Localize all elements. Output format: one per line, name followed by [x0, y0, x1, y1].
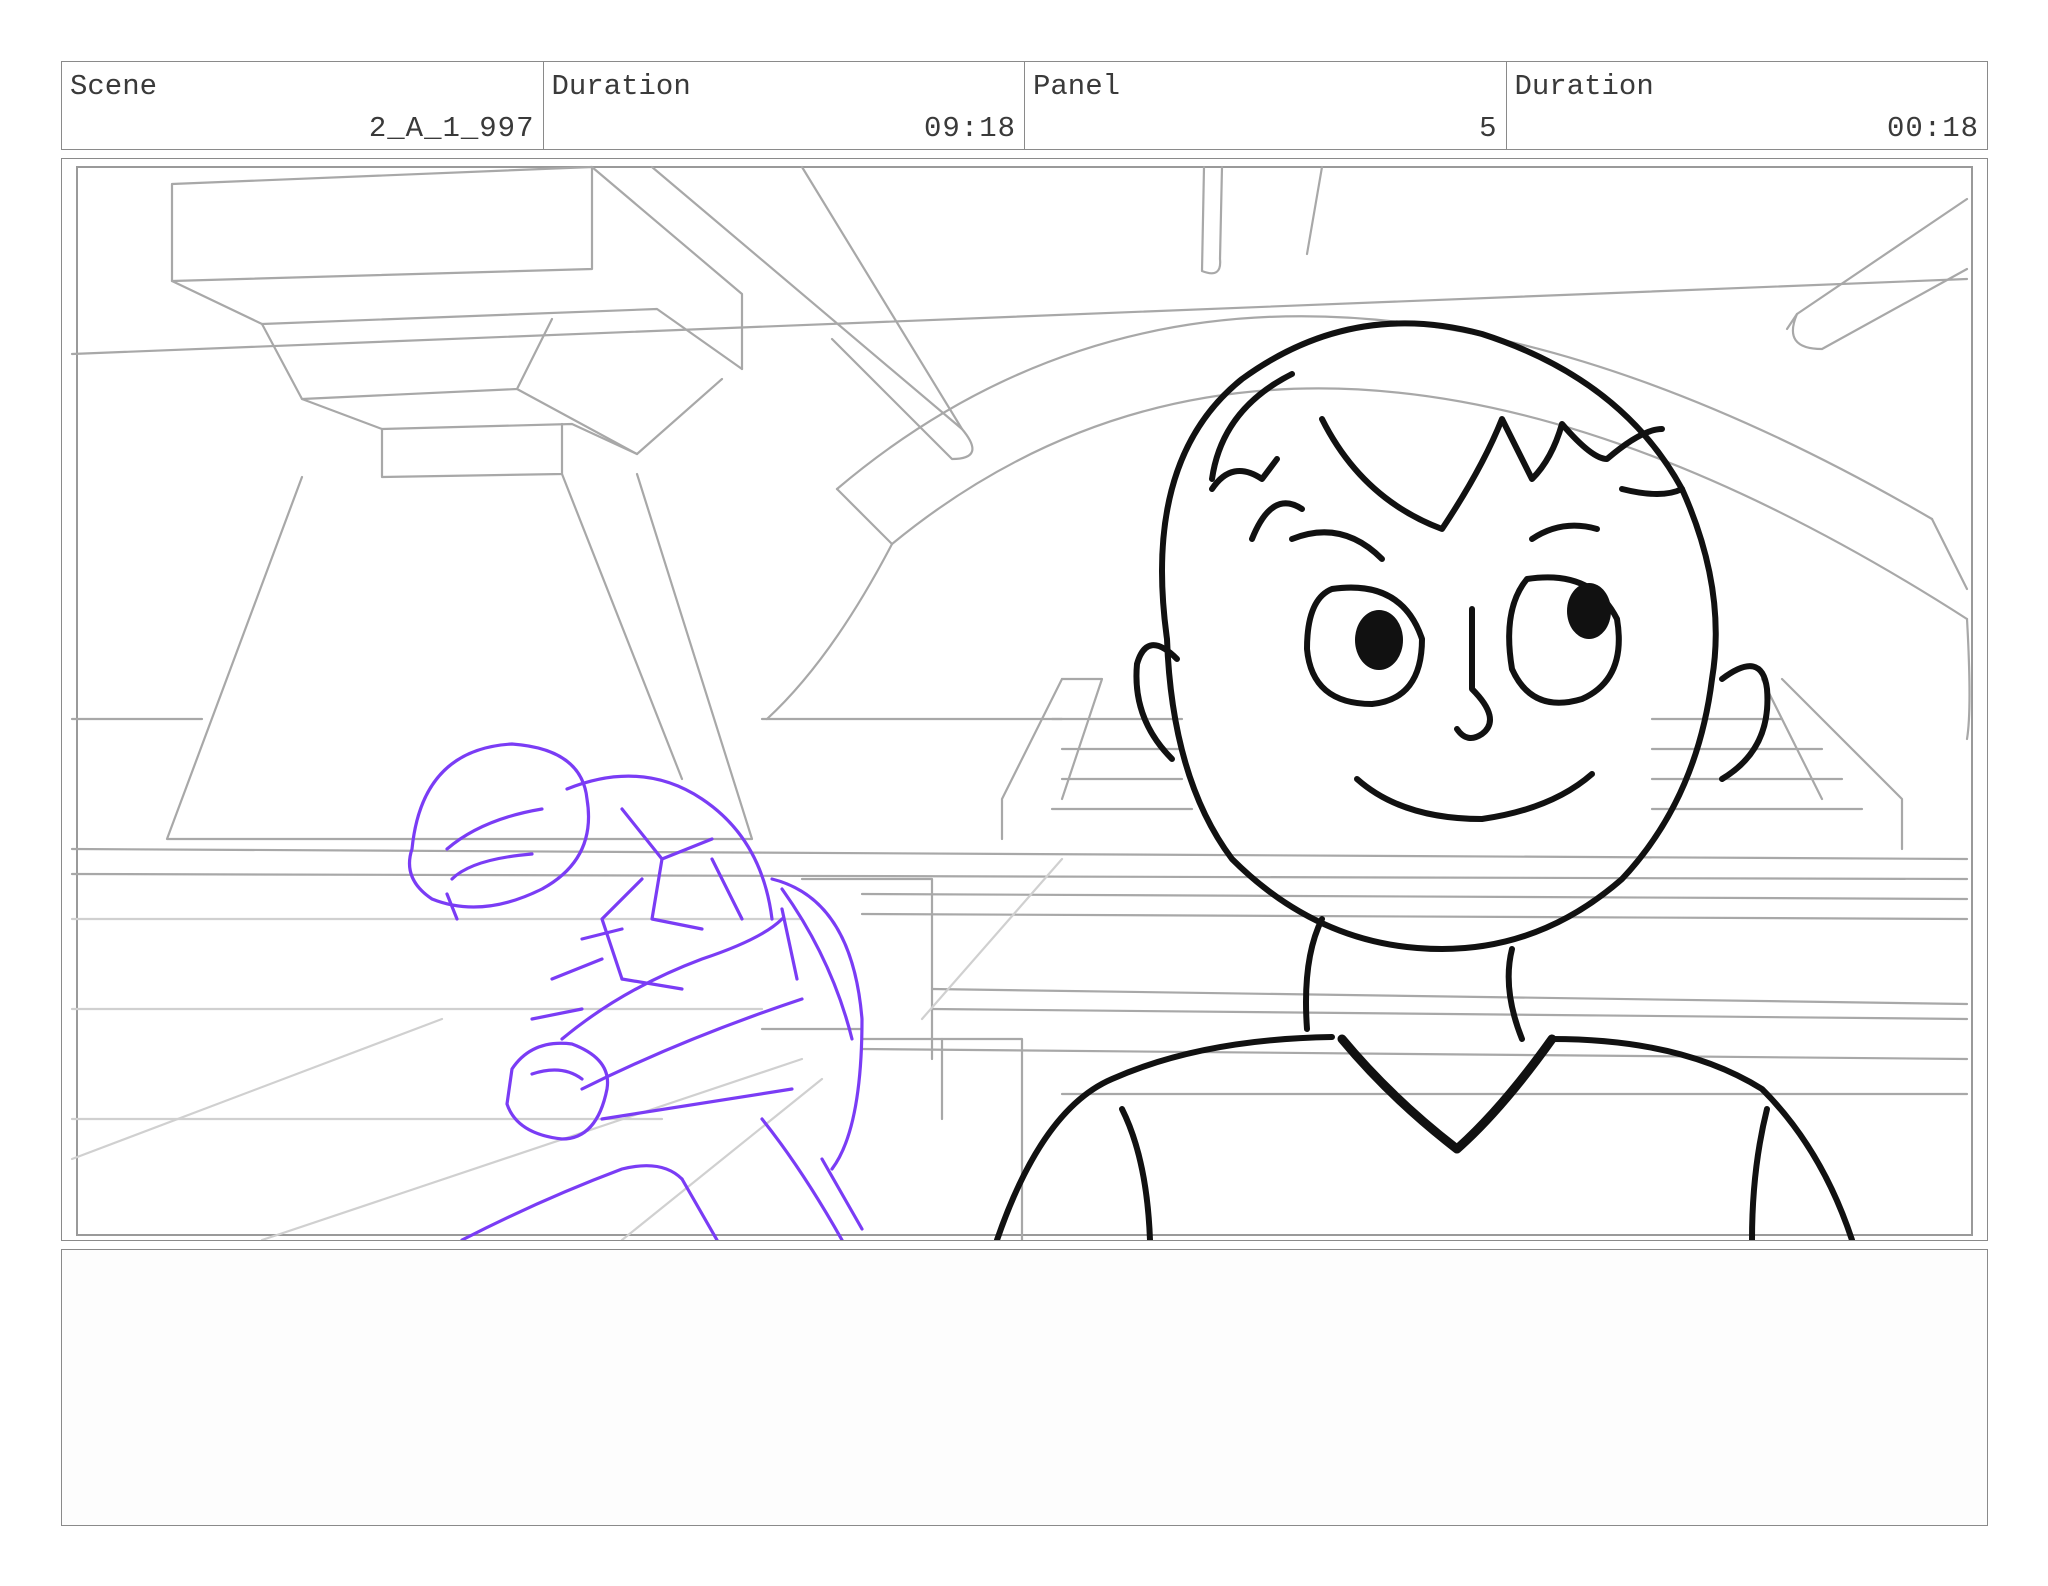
turtle-character-sketch	[407, 742, 864, 1240]
panel-duration-value: 00:18	[1886, 112, 1979, 145]
panel-value: 5	[1479, 112, 1498, 145]
panel-duration-cell: Duration 00:18	[1507, 62, 1988, 149]
scene-duration-value: 09:18	[923, 112, 1016, 145]
panel-header-bar: Scene 2_A_1_997 Duration 09:18 Panel 5 D…	[61, 61, 1988, 150]
scene-cell: Scene 2_A_1_997	[62, 62, 544, 149]
scene-duration-cell: Duration 09:18	[544, 62, 1025, 149]
left-pupil	[1355, 610, 1403, 670]
scene-label: Scene	[70, 70, 158, 103]
background-sketch	[70, 165, 1971, 1240]
storyboard-drawing	[70, 165, 1973, 1240]
panel-cell: Panel 5	[1025, 62, 1507, 149]
panel-duration-label: Duration	[1514, 70, 1654, 103]
boy-character-drawing	[994, 320, 1855, 1240]
panel-label: Panel	[1033, 70, 1121, 103]
safe-area-rect	[76, 166, 1973, 1236]
storyboard-frame	[61, 158, 1988, 1241]
scene-duration-label: Duration	[551, 70, 691, 103]
scene-value: 2_A_1_997	[368, 112, 535, 145]
right-pupil	[1567, 583, 1611, 639]
notes-area	[61, 1249, 1988, 1526]
